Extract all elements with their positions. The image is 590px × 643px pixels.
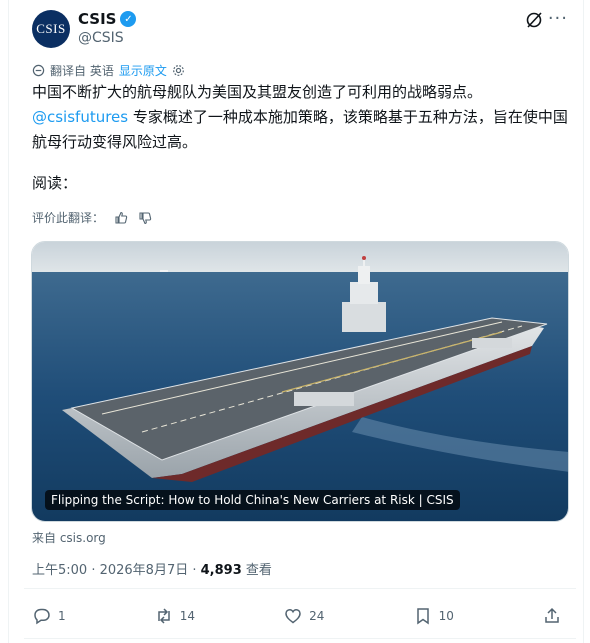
card-source[interactable]: 来自 csis.org [32, 529, 106, 546]
bookmark-icon [416, 608, 429, 625]
bookmark-button[interactable]: 10 [413, 606, 454, 626]
share-icon [545, 607, 559, 623]
divider-top [24, 588, 576, 589]
tweet-body: 中国不断扩大的航母舰队为美国及其盟友创造了可利用的战略弱点。 @csisfutu… [32, 80, 572, 155]
reply-button[interactable]: 1 [32, 606, 66, 626]
mention-link[interactable]: @csisfutures [32, 108, 128, 126]
timestamp[interactable]: 上午5:00 · 2026年8月7日 · [32, 563, 201, 578]
rate-translation-label: 评价此翻译： [32, 211, 105, 225]
thumbs-down-icon[interactable] [138, 211, 152, 225]
avatar[interactable]: CSIS [32, 10, 70, 48]
views-label: 查看 [241, 563, 272, 578]
display-name[interactable]: CSIS ✓ [78, 10, 137, 28]
show-original-link[interactable]: 显示原文 [119, 62, 167, 79]
tweet-line-1: 中国不断扩大的航母舰队为美国及其盟友创造了可利用的战略弱点。 [32, 83, 483, 101]
like-count: 24 [309, 609, 325, 623]
reply-icon [34, 608, 50, 625]
translation-notice: 翻译自 英语 显示原文 [32, 62, 185, 79]
more-options-icon[interactable]: ··· [548, 8, 568, 29]
read-label: 阅读： [32, 174, 78, 192]
carrier-photo [32, 242, 568, 521]
share-button[interactable] [542, 606, 562, 626]
thumbs-up-icon[interactable] [114, 211, 128, 225]
action-bar: 1 14 24 10 [32, 602, 562, 630]
repost-count: 14 [179, 609, 196, 623]
repost-icon [158, 608, 170, 624]
settings-gear-icon[interactable] [172, 64, 185, 77]
like-button[interactable]: 24 [283, 606, 324, 626]
tweet-meta: 上午5:00 · 2026年8月7日 · 4,893 查看 [32, 559, 272, 578]
verified-badge-icon: ✓ [120, 11, 137, 27]
reply-count: 1 [58, 609, 66, 623]
view-count: 4,893 [200, 563, 242, 578]
link-card[interactable]: Flipping the Script: How to Hold China's… [31, 241, 569, 522]
heart-icon [285, 608, 301, 624]
repost-button[interactable]: 14 [154, 606, 195, 626]
tweet-header: CSIS CSIS ✓ @CSIS ··· [32, 8, 572, 52]
card-caption[interactable]: Flipping the Script: How to Hold China's… [45, 490, 460, 510]
translated-from-label: 翻译自 英语 [50, 64, 114, 78]
display-name-text[interactable]: CSIS [78, 10, 116, 28]
bookmark-count: 10 [438, 609, 454, 623]
grok-icon[interactable] [524, 10, 544, 30]
rate-translation: 评价此翻译： [32, 209, 152, 226]
user-handle[interactable]: @CSIS [78, 30, 124, 46]
divider-bottom [24, 638, 576, 639]
translate-icon [32, 64, 45, 77]
